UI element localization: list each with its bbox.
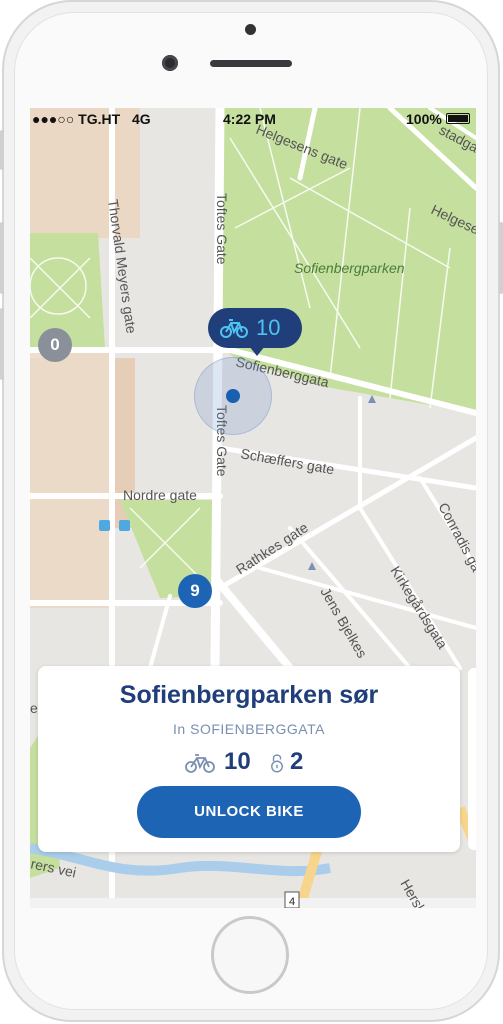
station-title: Sofienbergparken sør [119, 681, 379, 709]
station-card[interactable]: Sofienbergparken sør In Sofienberggata 1… [38, 666, 460, 852]
side-button-volume-down [0, 308, 4, 380]
street-label: Toftes Gate [214, 193, 230, 265]
front-camera [162, 55, 178, 71]
locks-available-count: 2 [290, 748, 304, 775]
station-subtitle: In Sofienberggata [38, 721, 460, 737]
lock-icon [271, 754, 283, 773]
side-button-volume-up [0, 222, 4, 294]
carrier-signal: ●●●○○ TG.HT [32, 111, 121, 127]
status-bar: ●●●○○ TG.HT 4G 4:22 PM 100% [30, 108, 476, 130]
bubble-count: 10 [256, 315, 281, 340]
subtitle-place: Sofienberggata [190, 721, 325, 737]
subtitle-prefix: In [173, 721, 186, 737]
station-marker[interactable]: 0 [38, 328, 72, 362]
street-label: Nordre gate [123, 487, 197, 503]
station-marker[interactable]: 9 [178, 574, 212, 608]
unlock-bike-button[interactable]: UNLOCK BIKE [137, 786, 361, 838]
bike-icon [220, 319, 248, 338]
bubble-pointer [249, 346, 265, 356]
bus-stop-icon[interactable] [99, 520, 110, 531]
earpiece-speaker [210, 60, 292, 67]
next-card-peek[interactable] [468, 668, 476, 850]
side-button-power [499, 222, 503, 294]
home-button[interactable] [211, 916, 289, 994]
proximity-sensor [245, 24, 256, 35]
selected-station-bubble[interactable]: 10 [208, 308, 302, 348]
tram-stop-icon[interactable] [119, 520, 130, 531]
park-label: Sofienbergparken [294, 260, 405, 276]
side-button-silent [0, 130, 4, 170]
bike-icon [185, 754, 215, 773]
bikes-available-count: 10 [224, 748, 251, 775]
current-location-dot [226, 389, 240, 403]
olaf-ryes-plass-park [30, 233, 105, 348]
svg-text:4: 4 [289, 896, 295, 908]
availability-stats: 10 2 [184, 746, 324, 778]
battery-percent: 100% [406, 111, 442, 127]
clock: 4:22 PM [223, 111, 276, 127]
app-screen: 4 Helgesens gate stadgat Helgese Toftes … [30, 108, 476, 908]
battery-icon [446, 113, 470, 124]
network-type: 4G [132, 111, 151, 127]
